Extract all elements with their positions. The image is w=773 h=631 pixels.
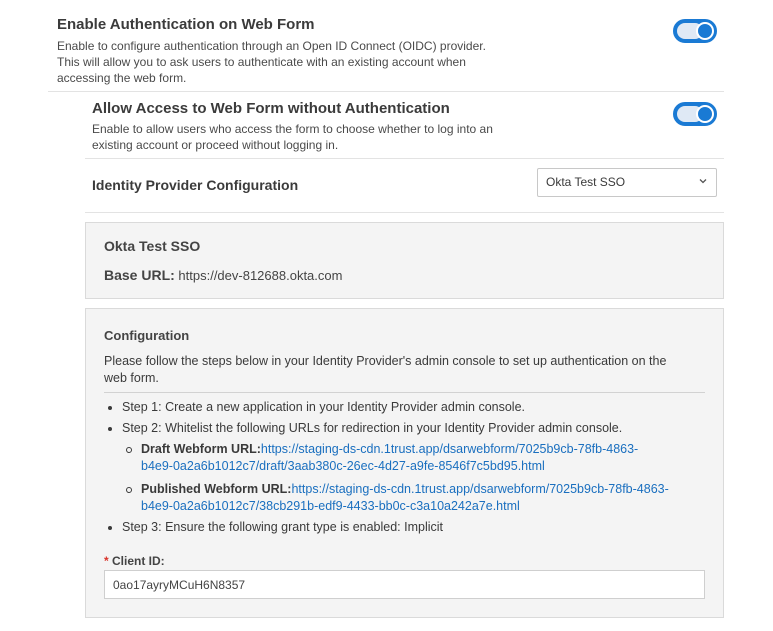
idp-select[interactable]: Okta Test SSO	[537, 168, 717, 197]
enable-auth-title: Enable Authentication on Web Form	[57, 16, 315, 33]
draft-url-item: Draft Webform URL:https://staging-ds-cdn…	[126, 441, 712, 475]
step-1: Step 1: Create a new application in your…	[108, 399, 712, 416]
enable-auth-section: Enable Authentication on Web Form Enable…	[57, 16, 657, 86]
client-id-label: * Client ID:	[104, 554, 165, 568]
allow-access-section: Allow Access to Web Form without Authent…	[92, 100, 652, 153]
divider	[48, 91, 724, 92]
divider	[104, 392, 705, 393]
provider-card: Okta Test SSO Base URL: https://dev-8126…	[85, 222, 724, 299]
configuration-heading: Configuration	[104, 328, 190, 343]
step-3: Step 3: Ensure the following grant type …	[108, 519, 712, 536]
allow-access-description: Enable to allow users who access the for…	[92, 122, 493, 152]
divider	[85, 212, 724, 213]
divider	[85, 158, 724, 159]
idp-select-value: Okta Test SSO	[546, 175, 626, 189]
published-url-link-cont[interactable]: b4e9-0a2a6b1012c7/38cb291b-edf9-4433-bb0…	[141, 498, 712, 515]
base-url-value: https://dev-812688.okta.com	[174, 268, 343, 283]
idp-config-label: Identity Provider Configuration	[92, 177, 299, 193]
allow-access-toggle[interactable]	[673, 102, 717, 126]
configuration-intro: Please follow the steps below in your Id…	[104, 354, 667, 385]
enable-auth-description: Enable to configure authentication throu…	[57, 39, 486, 85]
allow-access-title: Allow Access to Web Form without Authent…	[92, 100, 450, 117]
draft-url-link-cont[interactable]: b4e9-0a2a6b1012c7/draft/3aab380c-26ec-4d…	[141, 458, 712, 475]
base-url: Base URL: https://dev-812688.okta.com	[104, 267, 342, 283]
steps-list: Step 1: Create a new application in your…	[108, 399, 712, 536]
toggle-knob	[696, 105, 714, 123]
draft-url-link[interactable]: https://staging-ds-cdn.1trust.app/dsarwe…	[261, 442, 638, 456]
enable-auth-toggle[interactable]	[673, 19, 717, 43]
published-url-item: Published Webform URL:https://staging-ds…	[126, 481, 712, 515]
step-2: Step 2: Whitelist the following URLs for…	[108, 420, 712, 437]
base-url-label: Base URL:	[104, 267, 175, 283]
client-id-input[interactable]: 0ao17ayryMCuH6N8357	[104, 570, 705, 599]
published-url-link[interactable]: https://staging-ds-cdn.1trust.app/dsarwe…	[291, 482, 668, 496]
toggle-knob	[696, 22, 714, 40]
published-url-label: Published Webform URL:	[141, 482, 292, 496]
provider-name: Okta Test SSO	[104, 238, 201, 254]
draft-url-label: Draft Webform URL:	[141, 442, 261, 456]
chevron-down-icon	[699, 179, 707, 184]
